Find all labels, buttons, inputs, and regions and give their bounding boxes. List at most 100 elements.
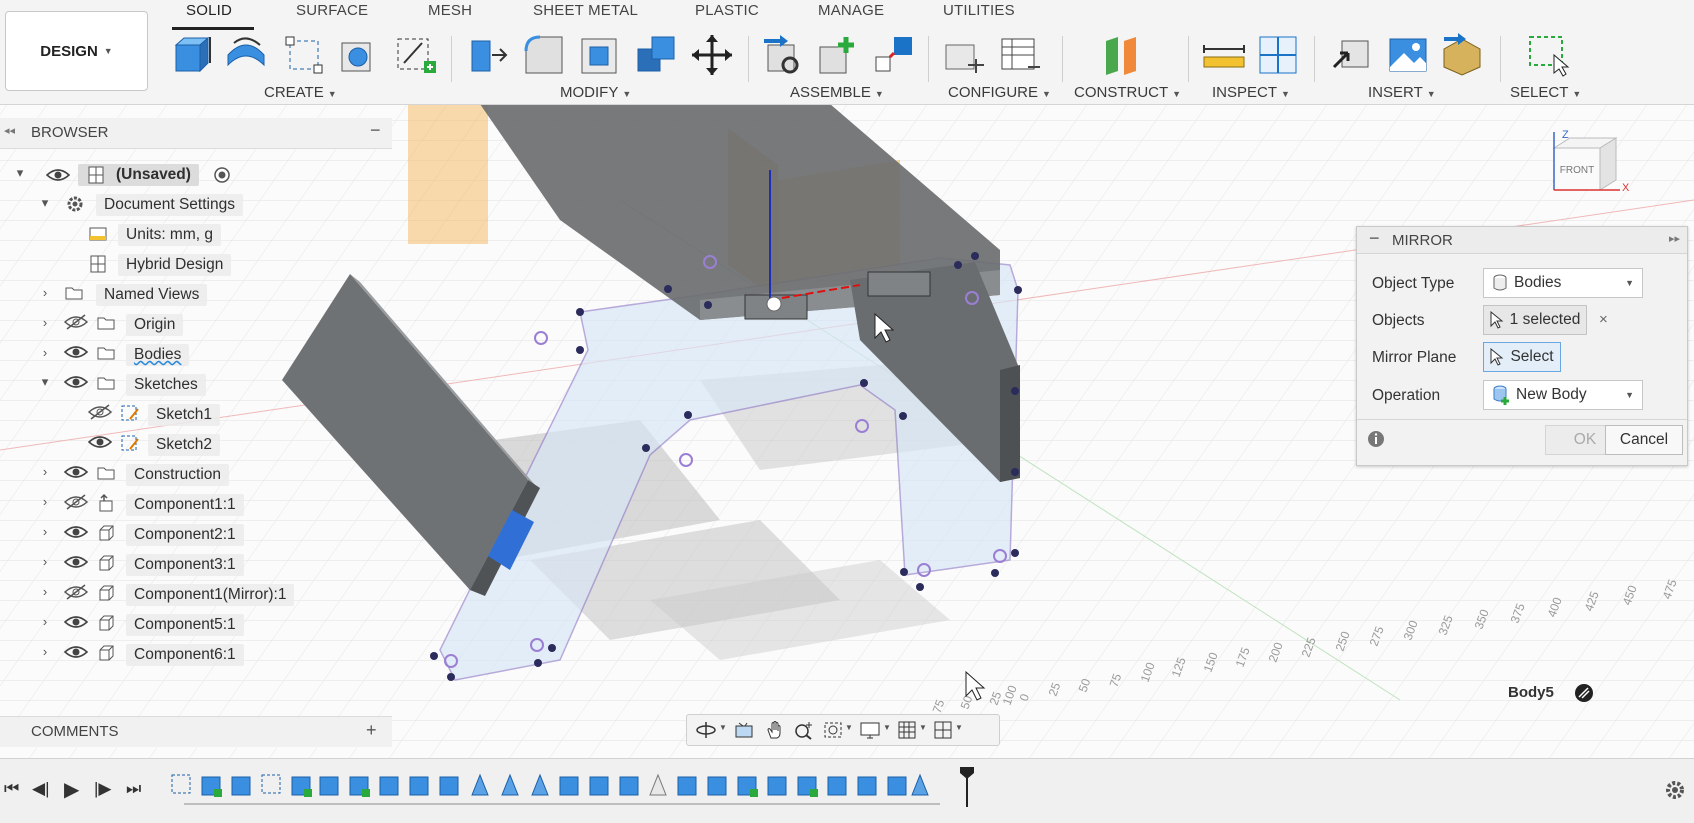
viewports-icon[interactable] bbox=[933, 720, 953, 740]
insert-mesh-icon[interactable] bbox=[1440, 33, 1484, 77]
tab-surface[interactable]: SURFACE bbox=[296, 2, 368, 19]
chevron-down-icon[interactable]: ▼ bbox=[845, 723, 853, 732]
tab-sheet-metal[interactable]: SHEET METAL bbox=[533, 2, 638, 19]
list-item[interactable]: Hybrid Design bbox=[118, 252, 232, 278]
eye-hidden-icon[interactable] bbox=[64, 314, 88, 330]
pan-hand-icon[interactable] bbox=[765, 720, 785, 740]
section-analysis-icon[interactable] bbox=[1256, 33, 1300, 77]
joint-icon[interactable] bbox=[762, 33, 806, 77]
list-item[interactable]: Units: mm, g bbox=[118, 222, 221, 248]
expand-arrow-icon[interactable]: › bbox=[38, 285, 52, 300]
list-item[interactable]: Construction bbox=[126, 462, 230, 488]
configure-menu[interactable]: CONFIGURE ▼ bbox=[948, 84, 1051, 101]
shell-body-icon[interactable] bbox=[578, 33, 622, 77]
modify-menu[interactable]: MODIFY ▼ bbox=[560, 84, 631, 101]
press-pull-icon[interactable] bbox=[466, 33, 510, 77]
eye-icon[interactable] bbox=[64, 644, 88, 660]
orbit-icon[interactable] bbox=[695, 721, 717, 739]
expand-arrow-icon[interactable]: › bbox=[38, 315, 52, 330]
shell-icon[interactable] bbox=[336, 33, 380, 77]
insert-image-icon[interactable] bbox=[1386, 33, 1430, 77]
rigid-group-icon[interactable] bbox=[872, 33, 916, 77]
comments-panel[interactable]: COMMENTS + bbox=[0, 716, 392, 747]
collapse-panel-icon[interactable]: ◂◂ bbox=[4, 124, 15, 137]
eye-icon[interactable] bbox=[64, 374, 88, 390]
list-item[interactable]: Component1(Mirror):1 bbox=[126, 582, 295, 608]
tab-manage[interactable]: MANAGE bbox=[818, 2, 884, 19]
minimize-icon[interactable]: − bbox=[370, 120, 381, 141]
new-component-icon[interactable] bbox=[816, 33, 860, 77]
go-to-start-icon[interactable]: ⏮ bbox=[4, 779, 19, 799]
tab-plastic[interactable]: PLASTIC bbox=[695, 2, 759, 19]
objects-selection-button[interactable]: 1 selected bbox=[1483, 305, 1587, 335]
cancel-button[interactable]: Cancel bbox=[1605, 425, 1683, 455]
combine-icon[interactable] bbox=[634, 33, 678, 77]
zoom-icon[interactable] bbox=[793, 720, 815, 740]
expand-arrow-icon[interactable]: › bbox=[38, 554, 52, 569]
list-item[interactable]: Sketch1 bbox=[148, 402, 221, 428]
chevron-down-icon[interactable]: ▼ bbox=[883, 723, 891, 732]
collapse-arrow-icon[interactable]: ▾ bbox=[38, 374, 52, 390]
expand-arrow-icon[interactable]: › bbox=[38, 345, 52, 360]
expand-arrow-icon[interactable]: › bbox=[38, 464, 52, 479]
eye-icon[interactable] bbox=[88, 434, 112, 450]
eye-hidden-icon[interactable] bbox=[64, 584, 88, 600]
mirror-plane-select-button[interactable]: Select bbox=[1483, 342, 1561, 372]
collapse-arrow-icon[interactable]: ▾ bbox=[38, 195, 52, 211]
expand-arrow-icon[interactable]: › bbox=[38, 614, 52, 629]
assemble-menu[interactable]: ASSEMBLE ▼ bbox=[790, 84, 884, 101]
display-settings-icon[interactable] bbox=[859, 720, 881, 740]
expand-arrow-icon[interactable]: › bbox=[38, 584, 52, 599]
eye-icon[interactable] bbox=[64, 554, 88, 570]
look-at-icon[interactable] bbox=[733, 721, 755, 739]
fit-icon[interactable] bbox=[823, 720, 845, 740]
step-forward-icon[interactable]: |▶︎ bbox=[94, 779, 112, 799]
timeline-marker-icon[interactable] bbox=[958, 767, 976, 807]
chevron-down-icon[interactable]: ▼ bbox=[955, 723, 963, 732]
collapse-arrow-icon[interactable]: ▾ bbox=[13, 165, 27, 181]
move-icon[interactable] bbox=[690, 33, 734, 77]
eye-hidden-icon[interactable] bbox=[64, 494, 88, 510]
workspace-switcher-button[interactable]: DESIGN ▼ bbox=[5, 11, 148, 91]
extrude-icon[interactable] bbox=[170, 33, 214, 77]
add-comment-icon[interactable]: + bbox=[366, 720, 377, 741]
create-menu[interactable]: CREATE ▼ bbox=[264, 84, 337, 101]
window-select-icon[interactable] bbox=[1526, 33, 1570, 77]
expand-arrow-icon[interactable]: › bbox=[38, 524, 52, 539]
list-item[interactable]: Component2:1 bbox=[126, 522, 244, 548]
select-menu[interactable]: SELECT ▼ bbox=[1510, 84, 1581, 101]
expand-dialog-icon[interactable]: ▸▸ bbox=[1669, 232, 1680, 245]
step-back-icon[interactable]: ◀︎| bbox=[32, 779, 50, 799]
go-to-end-icon[interactable]: ⏭ bbox=[126, 779, 141, 799]
object-type-dropdown[interactable]: Bodies ▼ bbox=[1483, 268, 1643, 298]
chevron-down-icon[interactable]: ▼ bbox=[919, 723, 927, 732]
gear-icon[interactable] bbox=[1664, 779, 1686, 801]
sketch-icon[interactable] bbox=[282, 33, 326, 77]
operation-dropdown[interactable]: New Body ▼ bbox=[1483, 380, 1643, 410]
info-icon[interactable] bbox=[1367, 430, 1385, 448]
list-item[interactable]: Bodies bbox=[126, 342, 190, 368]
construct-menu[interactable]: CONSTRUCT ▼ bbox=[1074, 84, 1181, 101]
selection-filter-icon[interactable] bbox=[1574, 683, 1594, 703]
expand-arrow-icon[interactable]: › bbox=[38, 644, 52, 659]
insert-derive-icon[interactable] bbox=[1330, 33, 1374, 77]
expand-arrow-icon[interactable]: › bbox=[38, 494, 52, 509]
eye-icon[interactable] bbox=[46, 167, 70, 183]
revolve-icon[interactable] bbox=[224, 33, 268, 77]
collapse-dialog-icon[interactable]: − bbox=[1369, 228, 1380, 249]
tab-utilities[interactable]: UTILITIES bbox=[943, 2, 1015, 19]
eye-icon[interactable] bbox=[64, 344, 88, 360]
fillet-icon[interactable] bbox=[522, 33, 566, 77]
eye-icon[interactable] bbox=[64, 614, 88, 630]
list-item[interactable]: Origin bbox=[126, 312, 184, 338]
eye-icon[interactable] bbox=[64, 464, 88, 480]
list-item[interactable]: Sketches bbox=[126, 372, 206, 398]
list-item[interactable]: Sketch2 bbox=[148, 432, 221, 458]
eye-icon[interactable] bbox=[64, 524, 88, 540]
tab-mesh[interactable]: MESH bbox=[428, 2, 472, 19]
measure-icon[interactable] bbox=[1202, 33, 1246, 77]
clear-selection-icon[interactable]: × bbox=[1599, 311, 1608, 328]
inspect-menu[interactable]: INSPECT ▼ bbox=[1212, 84, 1290, 101]
grid-icon[interactable] bbox=[897, 720, 917, 740]
list-item[interactable]: Component3:1 bbox=[126, 552, 244, 578]
